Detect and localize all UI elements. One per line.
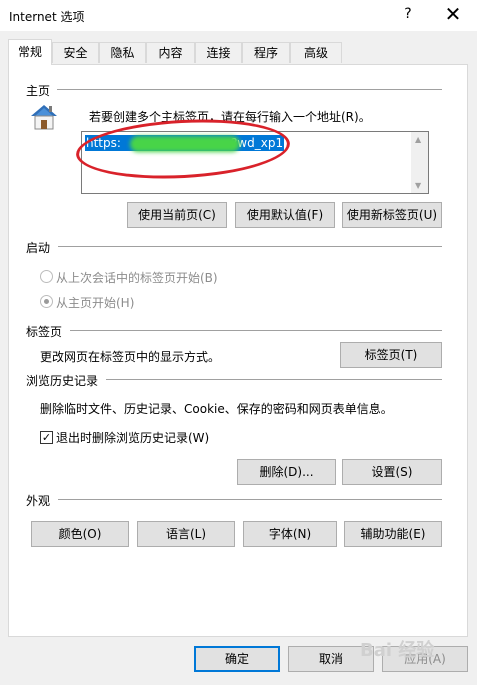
radio-last-session[interactable] — [40, 270, 53, 283]
close-button[interactable]: ✕ — [438, 3, 468, 27]
last-session-label: 从上次会话中的标签页开始(B) — [56, 271, 218, 285]
title-bar: Internet 选项 ? ✕ — [0, 0, 477, 31]
tabs-separator — [70, 330, 442, 331]
tab-advanced[interactable]: 高级 — [290, 42, 342, 63]
use-new-tab-button[interactable]: 使用新标签页(U) — [342, 202, 442, 228]
tabs-description: 更改网页在标签页中的显示方式。 — [40, 350, 221, 364]
startup-separator — [58, 246, 442, 247]
tab-content[interactable]: 内容 — [146, 42, 195, 63]
ok-button[interactable]: 确定 — [194, 646, 280, 672]
use-default-button[interactable]: 使用默认值(F) — [235, 202, 335, 228]
scroll-up-icon[interactable]: ▲ — [415, 135, 421, 144]
startup-section-title: 启动 — [26, 241, 51, 255]
tab-security[interactable]: 安全 — [52, 42, 99, 63]
tab-connections[interactable]: 连接 — [195, 42, 242, 63]
help-button[interactable]: ? — [400, 6, 416, 24]
homepage-start-label: 从主页开始(H) — [56, 296, 135, 310]
colors-button[interactable]: 颜色(O) — [31, 521, 129, 547]
url-scrollbar[interactable]: ▲ ▼ — [411, 132, 428, 193]
history-settings-button[interactable]: 设置(S) — [342, 459, 442, 485]
homepage-separator — [57, 89, 442, 90]
history-description: 删除临时文件、历史记录、Cookie、保存的密码和网页表单信息。 — [40, 402, 393, 416]
languages-button[interactable]: 语言(L) — [137, 521, 235, 547]
homepage-section-title: 主页 — [26, 84, 51, 98]
window-title: Internet 选项 — [9, 10, 85, 24]
fonts-button[interactable]: 字体(N) — [243, 521, 337, 547]
delete-history-button[interactable]: 删除(D)... — [237, 459, 336, 485]
home-icon — [31, 105, 57, 130]
appearance-section-title: 外观 — [26, 494, 51, 508]
scroll-down-icon[interactable]: ▼ — [415, 181, 421, 190]
delete-on-exit-label: 退出时删除浏览历史记录(W) — [56, 431, 210, 445]
radio-homepage[interactable] — [40, 295, 53, 308]
delete-on-exit-checkbox[interactable]: ✓ — [40, 431, 53, 444]
tabs-section-title: 标签页 — [26, 325, 63, 339]
tab-general[interactable]: 常规 — [8, 39, 52, 65]
tab-programs[interactable]: 程序 — [242, 42, 290, 63]
tab-privacy[interactable]: 隐私 — [99, 42, 146, 63]
appearance-separator — [58, 499, 442, 500]
use-current-button[interactable]: 使用当前页(C) — [127, 202, 227, 228]
internet-options-dialog: 常规 安全 隐私 内容 连接 程序 高级 主页 若要创建多个主标签页，请在每行输… — [0, 31, 477, 685]
accessibility-button[interactable]: 辅助功能(E) — [344, 521, 442, 547]
tabs-settings-button[interactable]: 标签页(T) — [340, 342, 442, 368]
history-section-title: 浏览历史记录 — [26, 374, 99, 388]
watermark: Bai 经验 — [360, 640, 435, 661]
history-separator — [106, 379, 442, 380]
